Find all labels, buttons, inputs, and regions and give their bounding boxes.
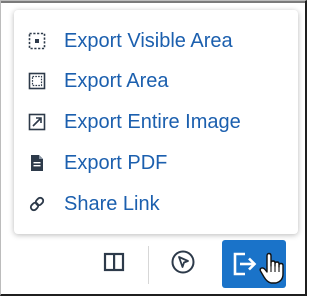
menu-item-label: Export Entire Image bbox=[64, 110, 241, 133]
split-view-icon bbox=[103, 251, 125, 278]
export-button[interactable] bbox=[222, 240, 286, 288]
export-popup-window: Export Visible Area Export Area Export E… bbox=[0, 0, 308, 296]
split-view-button[interactable] bbox=[90, 240, 138, 288]
menu-item-label: Export Visible Area bbox=[64, 29, 233, 52]
menu-item-label: Export PDF bbox=[64, 151, 168, 174]
menu-item-export-area[interactable]: Export Area bbox=[14, 61, 298, 101]
toolbar-divider bbox=[148, 246, 149, 284]
export-icon bbox=[232, 251, 260, 282]
export-entire-image-icon bbox=[28, 113, 46, 131]
bottom-toolbar bbox=[14, 240, 298, 288]
menu-item-label: Share Link bbox=[64, 192, 160, 215]
menu-item-label: Export Area bbox=[64, 69, 169, 92]
pdf-file-icon bbox=[28, 154, 46, 172]
export-area-icon bbox=[28, 72, 46, 90]
export-visible-area-icon bbox=[28, 32, 46, 50]
hand-cursor-icon bbox=[258, 252, 290, 291]
menu-item-export-pdf[interactable]: Export PDF bbox=[14, 143, 298, 183]
link-icon bbox=[28, 195, 46, 213]
menu-item-export-visible-area[interactable]: Export Visible Area bbox=[14, 21, 298, 61]
navigation-arrow-icon bbox=[170, 249, 196, 280]
menu-item-share-link[interactable]: Share Link bbox=[14, 184, 298, 224]
menu-item-export-entire-image[interactable]: Export Entire Image bbox=[14, 102, 298, 142]
navigation-button[interactable] bbox=[154, 240, 212, 288]
export-menu: Export Visible Area Export Area Export E… bbox=[14, 10, 298, 234]
